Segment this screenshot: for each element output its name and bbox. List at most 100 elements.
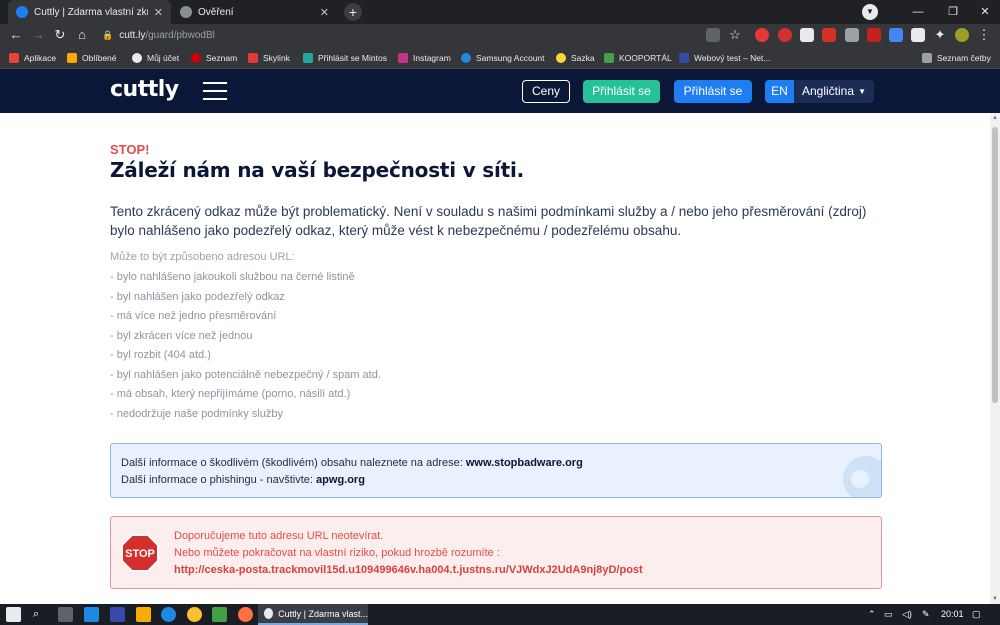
globe-icon: [180, 6, 192, 18]
prices-button[interactable]: Ceny: [522, 80, 570, 103]
onedrive-icon[interactable]: [161, 607, 176, 622]
menu-dots-icon[interactable]: ⋮: [976, 27, 992, 43]
volume-icon[interactable]: ◁): [902, 604, 912, 625]
adblock-icon[interactable]: [755, 28, 769, 42]
tab-search-icon[interactable]: ▼: [862, 4, 878, 20]
bookmark-seznam[interactable]: Seznam: [191, 47, 237, 69]
network-icon[interactable]: ▭: [884, 604, 893, 625]
extension-gray-icon[interactable]: [845, 28, 859, 42]
warning-line-1: Doporučujeme tuto adresu URL neotevírat.: [174, 530, 384, 542]
profile-avatar-icon[interactable]: [955, 28, 969, 42]
hamburger-menu-icon[interactable]: [203, 82, 227, 100]
calendar-icon[interactable]: [889, 28, 903, 42]
scroll-up-icon[interactable]: ▲: [990, 113, 1000, 123]
instagram-icon: [398, 53, 408, 63]
login-button-blue[interactable]: Přihlásit se: [674, 80, 752, 103]
mintos-icon: [303, 53, 313, 63]
info-line-phishing: Další informace o phishingu - navštivte:…: [121, 474, 365, 486]
pen-icon[interactable]: ✎: [922, 604, 930, 625]
sazka-icon: [556, 53, 566, 63]
language-name: Angličtina: [802, 84, 855, 98]
forward-arrow-icon[interactable]: →: [30, 27, 46, 43]
new-tab-button[interactable]: +: [344, 3, 362, 21]
bookmark-muj-ucet[interactable]: Můj účet: [132, 47, 179, 69]
bookmark-label: Sazka: [571, 53, 595, 63]
bookmark-star-icon[interactable]: ☆: [727, 27, 743, 43]
app-icon[interactable]: [110, 607, 125, 622]
bookmark-kooportal[interactable]: KOOPORTÁL: [604, 47, 672, 69]
browser-toolbar: ← → ↻ ⌂ 🔒 cutt.ly/guard/pbwodBl ☆ ✦ ⋮: [0, 24, 1000, 47]
bookmark-samsung[interactable]: Samsung Account: [461, 47, 545, 69]
seznam-icon: [191, 53, 201, 63]
back-arrow-icon[interactable]: ←: [8, 27, 24, 43]
extensions-puzzle-icon[interactable]: ✦: [932, 27, 948, 43]
media-icon[interactable]: [911, 28, 925, 42]
bookmark-oblibene[interactable]: Oblíbené: [67, 47, 117, 69]
pdf-icon[interactable]: [822, 28, 836, 42]
scrollbar-thumb[interactable]: [992, 127, 998, 403]
page-title: Záleží nám na vaší bezpečnosti v síti.: [110, 158, 525, 182]
mail-icon[interactable]: [84, 607, 99, 622]
reasons-list: - bylo nahlášeno jakoukoli službou na če…: [110, 271, 381, 427]
translate-icon[interactable]: [706, 28, 720, 42]
chrome-canary-icon[interactable]: [187, 607, 202, 622]
page-scrollbar[interactable]: ▲ ▼: [990, 113, 1000, 604]
firefox-icon[interactable]: [238, 607, 253, 622]
language-select[interactable]: EN Angličtina ▼: [765, 80, 874, 103]
address-bar[interactable]: 🔒 cutt.ly/guard/pbwodBl: [102, 27, 742, 44]
bookmark-webovy-test[interactable]: Webový test – Net...: [679, 47, 770, 69]
shield-icon[interactable]: [800, 28, 814, 42]
list-item: - má obsah, který nepřijímáme (porno, ná…: [110, 388, 351, 400]
apps-grid-icon: [9, 53, 19, 63]
kooportal-icon: [604, 53, 614, 63]
reasons-title: Může to být způsobeno adresou URL:: [110, 251, 295, 263]
bookmark-instagram[interactable]: Instagram: [398, 47, 451, 69]
apwg-link[interactable]: apwg.org: [316, 474, 365, 486]
task-view-icon[interactable]: [58, 607, 73, 622]
reading-list-label: Seznam četby: [937, 53, 991, 63]
samsung-icon: [461, 53, 471, 63]
bookmarks-bar: Aplikace Oblíbené Můj účet Seznam Skylin…: [0, 47, 1000, 69]
bookmark-label: Oblíbené: [82, 53, 117, 63]
app-green-icon[interactable]: [212, 607, 227, 622]
bookmark-label: KOOPORTÁL: [619, 53, 672, 63]
suspicious-url-link[interactable]: http://ceska-posta.trackmovil15d.u109499…: [174, 564, 643, 576]
search-icon[interactable]: ⌕: [33, 604, 39, 625]
reload-icon[interactable]: ↻: [52, 27, 68, 43]
login-button-green[interactable]: Přihlásit se: [583, 80, 660, 103]
bookmark-label: Můj účet: [147, 53, 180, 63]
warning-box: STOP Doporučujeme tuto adresu URL neotev…: [110, 516, 882, 589]
close-window-button[interactable]: ✕: [962, 0, 1000, 24]
list-item: - byl nahlášen jako potenciálně nebezpeč…: [110, 368, 381, 381]
list-item: - bylo nahlášeno jakoukoli službou na če…: [110, 271, 355, 283]
tab-cuttly[interactable]: Cuttly | Zdarma vlastní zkracovač ✕: [8, 0, 171, 24]
taskbar-chrome-window[interactable]: Cuttly | Zdarma vlast...: [258, 604, 368, 625]
bookmark-skylink[interactable]: Skylink: [248, 47, 290, 69]
windows-start-icon[interactable]: [6, 607, 21, 622]
bookmark-mintos[interactable]: Přihlásit se Mintos: [303, 47, 387, 69]
bookmark-apps[interactable]: Aplikace: [9, 47, 56, 69]
cuttly-logo[interactable]: cuttly: [110, 77, 179, 102]
file-explorer-icon[interactable]: [136, 607, 151, 622]
info-line-malware: Další informace o škodlivém (škodlivém) …: [121, 457, 583, 469]
close-tab-icon[interactable]: ✕: [154, 6, 163, 19]
bookmark-sazka[interactable]: Sazka: [556, 47, 595, 69]
stopbadware-link[interactable]: www.stopbadware.org: [466, 457, 583, 469]
extension-red-icon[interactable]: [778, 28, 792, 42]
home-icon[interactable]: ⌂: [74, 27, 90, 43]
tray-up-arrow-icon[interactable]: ⌃: [868, 604, 876, 625]
close-tab-icon[interactable]: ✕: [320, 6, 329, 19]
info-text: Další informace o škodlivém (škodlivém) …: [121, 457, 466, 469]
scroll-down-icon[interactable]: ▼: [990, 594, 1000, 604]
list-item: - byl zkrácen více než jednou: [110, 329, 253, 342]
stop-label: STOP!: [110, 142, 150, 157]
bookmark-label: Skylink: [263, 53, 290, 63]
reading-list[interactable]: Seznam četby: [922, 47, 991, 69]
tab-overeni[interactable]: Ověření ✕: [172, 0, 337, 24]
bookmark-label: Aplikace: [24, 53, 57, 63]
bookmark-label: Instagram: [413, 53, 451, 63]
notifications-icon[interactable]: ▢: [972, 604, 981, 625]
clock[interactable]: 20:01: [941, 604, 964, 625]
gmail-icon[interactable]: [867, 28, 881, 42]
bookmark-label: Přihlásit se Mintos: [318, 53, 387, 63]
